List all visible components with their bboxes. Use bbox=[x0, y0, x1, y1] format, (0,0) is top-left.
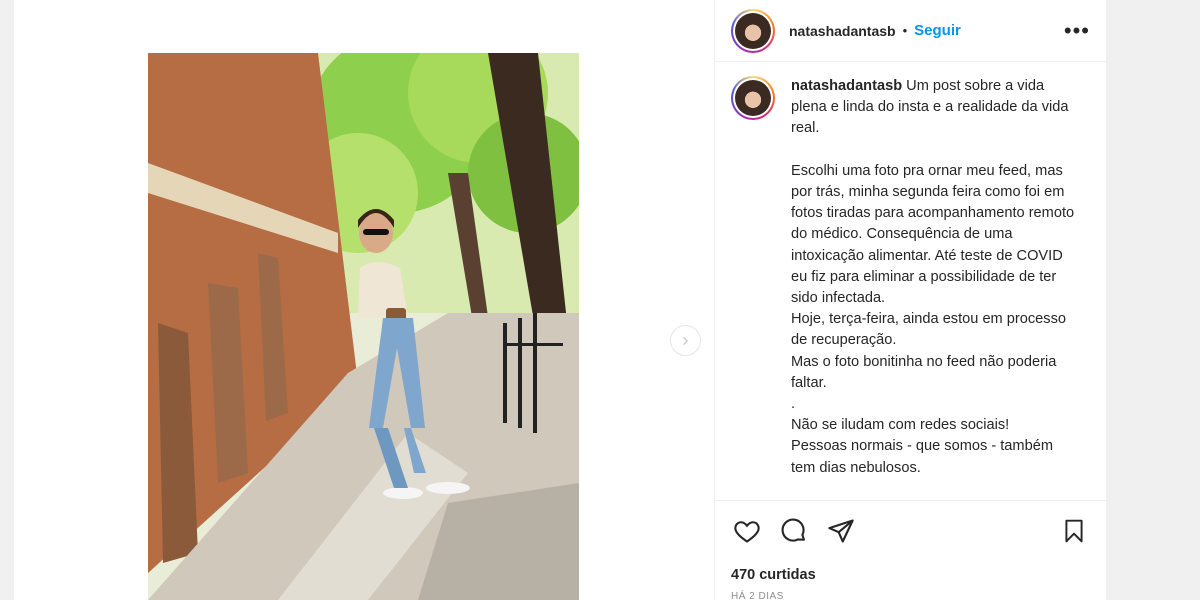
caption-body: natashadantasb Um post sobre a vida plen… bbox=[791, 76, 1081, 500]
heart-icon[interactable] bbox=[731, 515, 763, 547]
post-actions: 470 curtidas HÁ 2 DIAS bbox=[715, 500, 1106, 600]
header-username[interactable]: natashadantasb bbox=[789, 23, 896, 39]
post-dialog: › natashadantasb • Seguir ••• natashadan… bbox=[14, 0, 1106, 600]
caption-username[interactable]: natashadantasb bbox=[791, 78, 902, 94]
media-area: › bbox=[14, 0, 714, 600]
post-caption: natashadantasb Um post sobre a vida plen… bbox=[715, 62, 1106, 500]
action-icons-row bbox=[731, 515, 1090, 547]
avatar[interactable] bbox=[731, 8, 775, 53]
post-header: natashadantasb • Seguir ••• bbox=[715, 0, 1106, 62]
caption-avatar-image bbox=[735, 80, 771, 116]
next-photo-button[interactable]: › bbox=[670, 325, 701, 356]
more-options-icon[interactable]: ••• bbox=[1064, 19, 1090, 41]
caption-avatar-ring bbox=[733, 78, 773, 118]
bookmark-icon[interactable] bbox=[1058, 515, 1090, 547]
likes-count[interactable]: 470 curtidas bbox=[731, 567, 1090, 583]
send-icon[interactable] bbox=[825, 515, 857, 547]
photo-illustration bbox=[148, 53, 579, 600]
post-timestamp: HÁ 2 DIAS bbox=[731, 591, 784, 600]
caption-text: Um post sobre a vida plena e linda do in… bbox=[791, 78, 1075, 476]
separator-dot: • bbox=[902, 23, 908, 38]
caption-avatar[interactable] bbox=[731, 76, 775, 120]
follow-button[interactable]: Seguir bbox=[914, 22, 961, 39]
chevron-right-icon: › bbox=[682, 330, 689, 350]
avatar-ring bbox=[733, 10, 773, 51]
post-side-panel: natashadantasb • Seguir ••• natashadanta… bbox=[714, 0, 1106, 600]
avatar-image bbox=[735, 12, 771, 49]
comment-icon[interactable] bbox=[778, 515, 810, 547]
post-photo[interactable] bbox=[148, 53, 579, 600]
